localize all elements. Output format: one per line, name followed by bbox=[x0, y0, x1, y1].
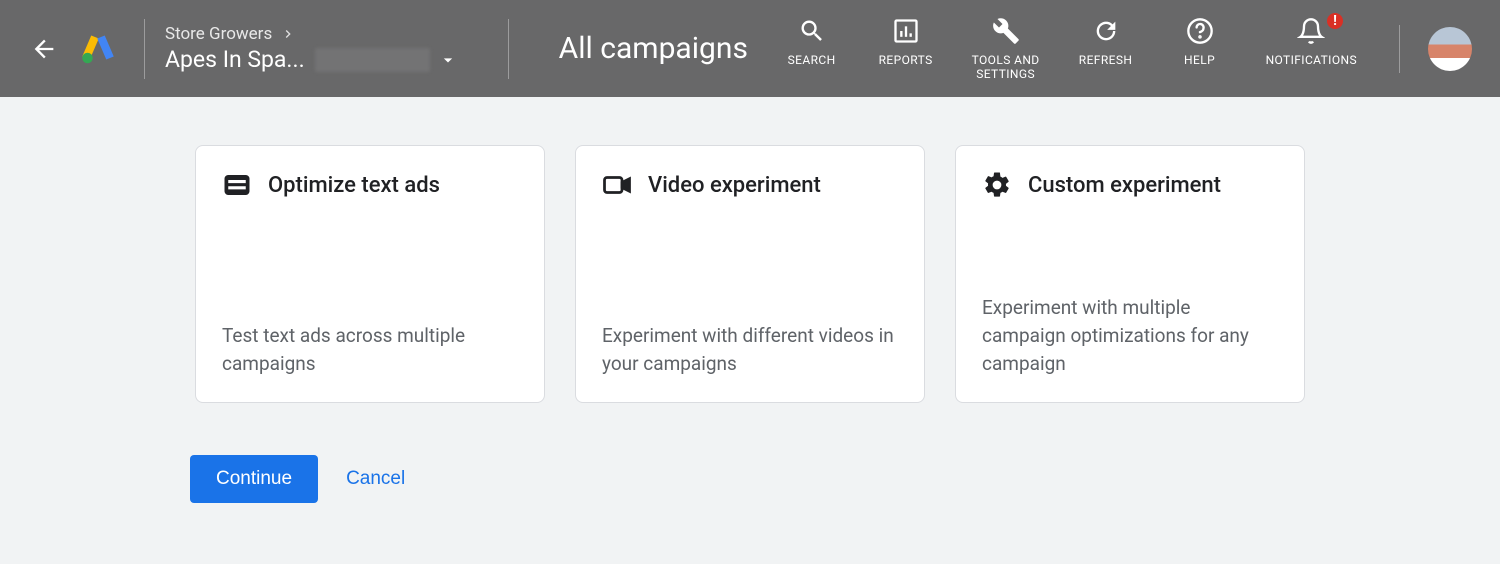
divider bbox=[1399, 25, 1400, 73]
gear-icon bbox=[982, 170, 1012, 200]
google-ads-logo bbox=[78, 29, 118, 69]
refresh-tool[interactable]: REFRESH bbox=[1078, 17, 1134, 67]
button-row: Continue Cancel bbox=[190, 455, 1305, 503]
experiment-cards: Optimize text ads Test text ads across m… bbox=[195, 145, 1305, 403]
divider bbox=[508, 19, 509, 79]
caret-down-icon bbox=[438, 50, 458, 70]
chevron-right-icon bbox=[280, 26, 296, 42]
appbar: Store Growers Apes In Spa... All campaig… bbox=[0, 0, 1500, 97]
tool-label: REPORTS bbox=[879, 53, 933, 67]
page-title: All campaigns bbox=[559, 31, 748, 66]
card-title: Video experiment bbox=[648, 173, 821, 198]
account-id-redacted bbox=[315, 48, 430, 72]
cancel-button[interactable]: Cancel bbox=[346, 468, 405, 490]
tool-label: TOOLS AND SETTINGS bbox=[972, 53, 1040, 81]
search-tool[interactable]: SEARCH bbox=[784, 17, 840, 67]
tool-label: NOTIFICATIONS bbox=[1266, 53, 1357, 67]
card-description: Test text ads across multiple campaigns bbox=[222, 322, 518, 378]
tool-label: SEARCH bbox=[788, 53, 836, 67]
divider bbox=[144, 19, 145, 79]
help-icon bbox=[1186, 17, 1214, 45]
card-description: Experiment with different videos in your… bbox=[602, 322, 898, 378]
card-video-experiment[interactable]: Video experiment Experiment with differe… bbox=[575, 145, 925, 403]
bell-icon bbox=[1297, 17, 1325, 45]
card-optimize-text-ads[interactable]: Optimize text ads Test text ads across m… bbox=[195, 145, 545, 403]
notifications-tool[interactable]: ! NOTIFICATIONS bbox=[1266, 17, 1357, 67]
logo-icon bbox=[80, 31, 116, 67]
arrow-left-icon bbox=[30, 35, 58, 63]
help-tool[interactable]: HELP bbox=[1172, 17, 1228, 67]
card-title: Custom experiment bbox=[1028, 173, 1221, 198]
user-avatar[interactable] bbox=[1428, 27, 1472, 71]
tool-label: REFRESH bbox=[1079, 53, 1133, 67]
account-breadcrumb[interactable]: Store Growers Apes In Spa... bbox=[165, 24, 458, 73]
text-ad-icon bbox=[222, 170, 252, 200]
reports-tool[interactable]: REPORTS bbox=[878, 17, 934, 67]
card-title: Optimize text ads bbox=[268, 173, 440, 198]
video-icon bbox=[602, 170, 632, 200]
card-description: Experiment with multiple campaign optimi… bbox=[982, 294, 1278, 378]
refresh-icon bbox=[1092, 17, 1120, 45]
tool-label: HELP bbox=[1184, 53, 1215, 67]
continue-button[interactable]: Continue bbox=[190, 455, 318, 503]
notification-badge: ! bbox=[1325, 11, 1345, 31]
account-name: Apes In Spa... bbox=[165, 46, 305, 73]
breadcrumb-parent: Store Growers bbox=[165, 24, 272, 44]
account-dropdown-trigger[interactable] bbox=[438, 50, 458, 70]
card-custom-experiment[interactable]: Custom experiment Experiment with multip… bbox=[955, 145, 1305, 403]
search-icon bbox=[798, 17, 826, 45]
back-button[interactable] bbox=[20, 25, 68, 73]
wrench-icon bbox=[992, 17, 1020, 45]
bar-chart-icon bbox=[892, 17, 920, 45]
tools-settings-tool[interactable]: TOOLS AND SETTINGS bbox=[972, 17, 1040, 81]
toolbar: SEARCH REPORTS TOOLS AND SETTINGS REFRES… bbox=[784, 17, 1357, 81]
content-area: Optimize text ads Test text ads across m… bbox=[0, 97, 1500, 503]
